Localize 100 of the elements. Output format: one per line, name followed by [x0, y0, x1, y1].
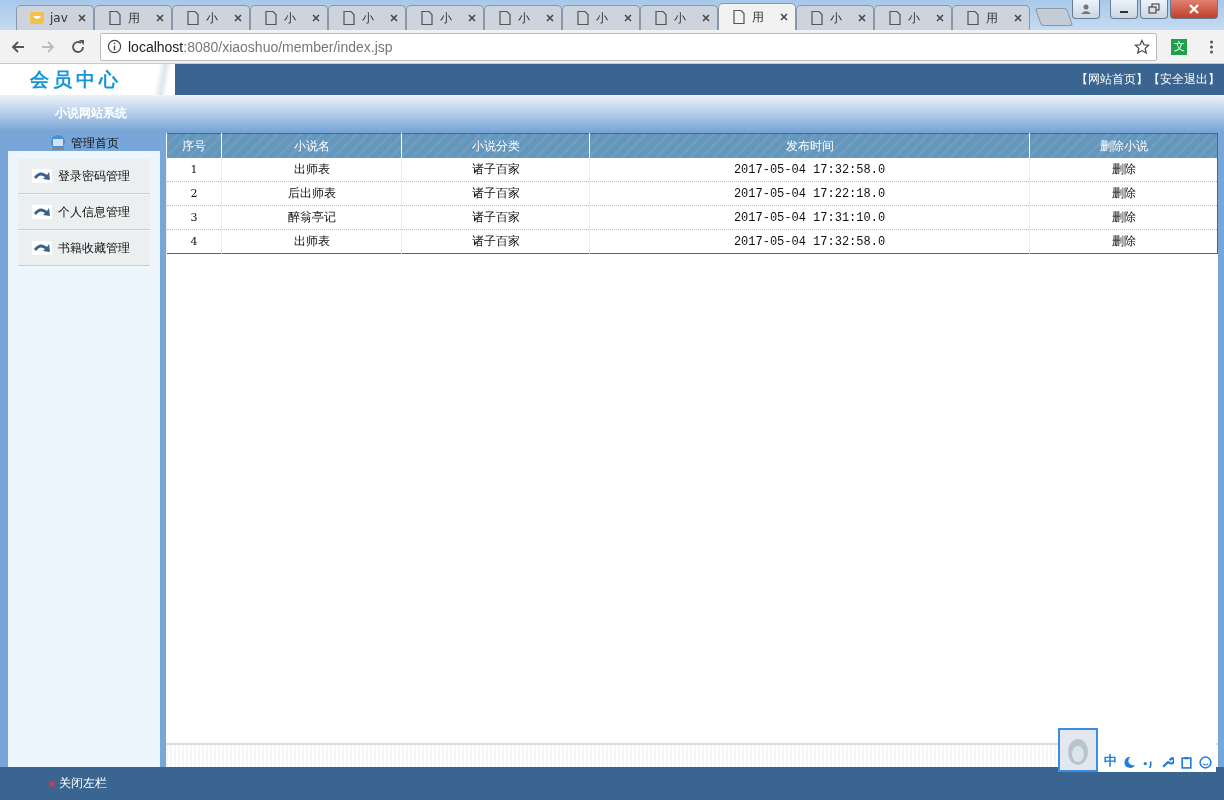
page-icon: [653, 10, 669, 26]
page-icon: [419, 10, 435, 26]
star-icon[interactable]: [1134, 38, 1150, 55]
table-cell: 醉翁亭记: [221, 205, 402, 230]
clipboard-icon[interactable]: [1180, 756, 1193, 772]
browser-tab[interactable]: 小: [406, 5, 484, 30]
tab-title: 小: [674, 9, 687, 27]
browser-tab[interactable]: 用: [718, 3, 796, 30]
reload-icon[interactable]: [70, 38, 86, 55]
tab-title: 小: [362, 9, 375, 27]
curved-arrow-icon: [32, 169, 52, 183]
tab-title: 用: [128, 9, 141, 27]
smiley-icon[interactable]: [1199, 756, 1212, 772]
close-button[interactable]: [1170, 0, 1218, 19]
close-icon[interactable]: [701, 13, 711, 23]
info-icon: [107, 39, 122, 54]
tab-title: 小: [206, 9, 219, 27]
sidebar-item[interactable]: 登录密码管理: [18, 159, 150, 194]
table-cell: 出师表: [221, 229, 402, 254]
page-icon: [185, 10, 201, 26]
browser-tab[interactable]: 小: [172, 5, 250, 30]
ime-mode[interactable]: 中: [1104, 752, 1117, 772]
page-icon: [107, 10, 123, 26]
sidebar-item[interactable]: 书籍收藏管理: [18, 231, 150, 266]
table-cell: 2017-05-04 17:31:10.0: [589, 205, 1030, 230]
tab-title: 用: [986, 9, 999, 27]
browser-tab[interactable]: 用: [952, 5, 1030, 30]
curved-arrow-icon: [32, 205, 52, 219]
url-text: localhost:8080/xiaoshuo/member/index.jsp: [128, 38, 394, 55]
table-cell: 2: [166, 181, 222, 206]
delete-link[interactable]: 删除: [1111, 162, 1136, 176]
logo-text: 会员中心: [30, 66, 122, 92]
table-cell: 4: [166, 229, 222, 254]
close-icon[interactable]: [623, 13, 633, 23]
browser-tab[interactable]: 小: [484, 5, 562, 30]
table-cell: 诸子百家: [401, 158, 590, 182]
browser-tab[interactable]: 小: [250, 5, 328, 30]
browser-tab[interactable]: 小: [328, 5, 406, 30]
person-icon: [1080, 3, 1092, 15]
close-icon[interactable]: [545, 13, 555, 23]
page-icon: [341, 10, 357, 26]
table-cell: 诸子百家: [401, 205, 590, 230]
close-icon[interactable]: [935, 13, 945, 23]
close-icon: [48, 779, 56, 788]
favicon-icon: [29, 10, 45, 26]
browser-tab[interactable]: 用: [94, 5, 172, 30]
page-icon: [887, 10, 903, 26]
table-cell: 2017-05-04 17:22:18.0: [589, 181, 1030, 206]
column-header: 发布时间: [589, 133, 1030, 158]
back-icon[interactable]: [10, 38, 26, 55]
browser-tab[interactable]: 小: [796, 5, 874, 30]
delete-link[interactable]: 删除: [1111, 234, 1136, 248]
tab-title: 小: [284, 9, 297, 27]
close-icon[interactable]: [779, 12, 789, 22]
profile-button[interactable]: [1072, 0, 1100, 19]
close-icon[interactable]: [77, 13, 87, 23]
close-icon[interactable]: [389, 13, 399, 23]
page-icon: [497, 10, 513, 26]
table-cell: 2017-05-04 17:32:58.0: [589, 229, 1030, 254]
close-sidebar-link[interactable]: 关闭左栏: [48, 775, 107, 792]
tab-title: jav: [50, 11, 69, 25]
column-header: 序号: [166, 133, 222, 158]
tab-title: 小: [908, 9, 921, 27]
browser-tab[interactable]: 小: [874, 5, 952, 30]
page-icon: [731, 9, 747, 25]
close-icon[interactable]: [155, 13, 165, 23]
column-header: 删除小说: [1029, 133, 1218, 158]
close-icon[interactable]: [467, 13, 477, 23]
tab-title: 用: [752, 8, 765, 26]
browser-tab[interactable]: 小: [640, 5, 718, 30]
table-cell: 1: [166, 158, 222, 182]
page-icon: [809, 10, 825, 26]
page-icon: [575, 10, 591, 26]
close-icon[interactable]: [311, 13, 321, 23]
system-name: 小说网站系统: [55, 104, 127, 122]
sidebar-item[interactable]: 个人信息管理: [18, 195, 150, 230]
table-cell: 出师表: [221, 158, 402, 182]
table-cell: 后出师表: [221, 181, 402, 206]
menu-icon[interactable]: [1209, 38, 1214, 55]
admin-home-link[interactable]: 管理首页: [71, 134, 119, 152]
computer-icon: [49, 134, 67, 152]
delete-link[interactable]: 删除: [1111, 186, 1136, 200]
close-icon[interactable]: [857, 13, 867, 23]
header-link[interactable]: 【安全退出】: [1148, 71, 1220, 88]
restore-button[interactable]: [1140, 0, 1168, 19]
delete-link[interactable]: 删除: [1111, 210, 1136, 224]
tab-title: 小: [440, 9, 453, 27]
address-bar[interactable]: localhost:8080/xiaoshuo/member/index.jsp: [100, 32, 1157, 61]
browser-tab[interactable]: 小: [562, 5, 640, 30]
page-icon: [263, 10, 279, 26]
close-icon[interactable]: [1013, 13, 1023, 23]
close-icon[interactable]: [233, 13, 243, 23]
table-cell: 诸子百家: [401, 181, 590, 206]
close-icon: [1188, 3, 1200, 15]
minimize-button[interactable]: [1110, 0, 1138, 19]
curved-arrow-icon: [32, 241, 52, 255]
header-link[interactable]: 【网站首页】: [1076, 71, 1148, 88]
browser-tab[interactable]: jav: [16, 5, 94, 30]
tab-title: 小: [518, 9, 531, 27]
table-cell: 诸子百家: [401, 229, 590, 254]
